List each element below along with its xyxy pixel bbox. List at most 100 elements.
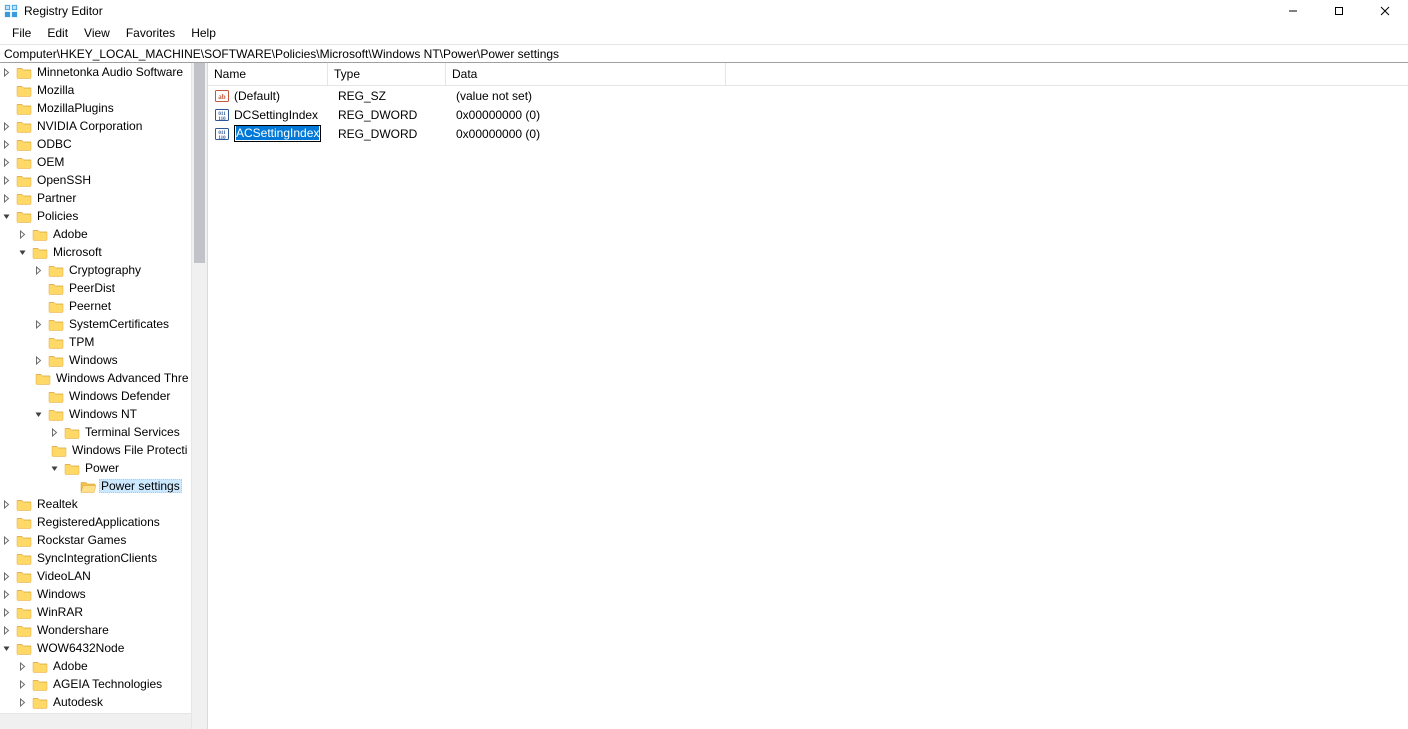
- chevron-right-icon[interactable]: [0, 192, 13, 205]
- tree-item-label: Windows: [35, 587, 88, 601]
- tree-item[interactable]: Terminal Services: [0, 423, 191, 441]
- chevron-right-icon[interactable]: [16, 228, 29, 241]
- tree-item[interactable]: Wondershare: [0, 621, 191, 639]
- folder-icon: [32, 660, 48, 673]
- tree-item[interactable]: Windows NT: [0, 405, 191, 423]
- folder-icon: [16, 66, 32, 79]
- chevron-down-icon[interactable]: [0, 642, 13, 655]
- expander-placeholder: [0, 84, 13, 97]
- tree-item[interactable]: NVIDIA Corporation: [0, 117, 191, 135]
- tree-item-label: Power settings: [99, 479, 182, 493]
- menu-edit[interactable]: Edit: [39, 24, 76, 42]
- value-row[interactable]: DCSettingIndexREG_DWORD0x00000000 (0): [208, 105, 1408, 124]
- chevron-right-icon[interactable]: [32, 264, 45, 277]
- tree-item[interactable]: Mozilla: [0, 81, 191, 99]
- maximize-button[interactable]: [1316, 0, 1362, 22]
- address-bar[interactable]: Computer\HKEY_LOCAL_MACHINE\SOFTWARE\Pol…: [0, 44, 1408, 63]
- chevron-right-icon[interactable]: [0, 156, 13, 169]
- folder-icon: [48, 336, 64, 349]
- expander-placeholder: [64, 480, 77, 493]
- chevron-right-icon[interactable]: [16, 696, 29, 709]
- tree-item[interactable]: Adobe: [0, 657, 191, 675]
- value-row[interactable]: (Default)REG_SZ(value not set): [208, 86, 1408, 105]
- dword-value-icon: [214, 126, 230, 142]
- chevron-right-icon[interactable]: [0, 174, 13, 187]
- chevron-right-icon[interactable]: [0, 498, 13, 511]
- tree-item[interactable]: Windows: [0, 351, 191, 369]
- string-value-icon: [214, 88, 230, 104]
- chevron-down-icon[interactable]: [0, 210, 13, 223]
- chevron-right-icon[interactable]: [0, 624, 13, 637]
- tree-item[interactable]: Power: [0, 459, 191, 477]
- chevron-right-icon[interactable]: [48, 426, 61, 439]
- chevron-right-icon[interactable]: [0, 66, 13, 79]
- tree-item[interactable]: Peernet: [0, 297, 191, 315]
- tree-item[interactable]: Microsoft: [0, 243, 191, 261]
- chevron-down-icon[interactable]: [48, 462, 61, 475]
- tree-item[interactable]: Policies: [0, 207, 191, 225]
- menu-view[interactable]: View: [76, 24, 118, 42]
- chevron-right-icon[interactable]: [0, 588, 13, 601]
- expander-placeholder: [32, 336, 45, 349]
- tree-item[interactable]: WinRAR: [0, 603, 191, 621]
- tree-item[interactable]: Windows Defender: [0, 387, 191, 405]
- tree-item[interactable]: ODBC: [0, 135, 191, 153]
- chevron-down-icon[interactable]: [16, 246, 29, 259]
- value-data: 0x00000000 (0): [450, 127, 546, 141]
- titlebar: Registry Editor: [0, 0, 1408, 22]
- tree-scroll-thumb[interactable]: [194, 63, 205, 263]
- chevron-right-icon[interactable]: [0, 570, 13, 583]
- tree-item[interactable]: OEM: [0, 153, 191, 171]
- chevron-right-icon[interactable]: [32, 318, 45, 331]
- chevron-right-icon[interactable]: [0, 534, 13, 547]
- tree-item[interactable]: Windows File Protecti: [0, 441, 191, 459]
- tree-item[interactable]: Rockstar Games: [0, 531, 191, 549]
- folder-icon: [16, 516, 32, 529]
- app-title: Registry Editor: [24, 4, 103, 18]
- menu-favorites[interactable]: Favorites: [118, 24, 183, 42]
- tree-item[interactable]: MozillaPlugins: [0, 99, 191, 117]
- chevron-right-icon[interactable]: [16, 678, 29, 691]
- chevron-right-icon[interactable]: [16, 660, 29, 673]
- folder-icon: [16, 120, 32, 133]
- tree-item[interactable]: TPM: [0, 333, 191, 351]
- tree-item[interactable]: Adobe: [0, 225, 191, 243]
- tree-item[interactable]: PeerDist: [0, 279, 191, 297]
- tree-item[interactable]: Cryptography: [0, 261, 191, 279]
- folder-icon: [48, 282, 64, 295]
- chevron-right-icon[interactable]: [0, 120, 13, 133]
- folder-icon: [16, 102, 32, 115]
- chevron-right-icon[interactable]: [0, 138, 13, 151]
- column-header-name[interactable]: Name: [208, 63, 328, 85]
- tree-item[interactable]: RegisteredApplications: [0, 513, 191, 531]
- tree-item[interactable]: VideoLAN: [0, 567, 191, 585]
- minimize-button[interactable]: [1270, 0, 1316, 22]
- tree-item[interactable]: AGEIA Technologies: [0, 675, 191, 693]
- column-header-type[interactable]: Type: [328, 63, 446, 85]
- value-row[interactable]: ACSettingIndexREG_DWORD0x00000000 (0): [208, 124, 1408, 143]
- folder-icon: [32, 696, 48, 709]
- tree-item[interactable]: Windows Advanced Thre: [0, 369, 191, 387]
- tree-item[interactable]: Power settings: [0, 477, 191, 495]
- tree-item[interactable]: Realtek: [0, 495, 191, 513]
- value-name-edit[interactable]: ACSettingIndex: [234, 125, 321, 142]
- tree-item[interactable]: WOW6432Node: [0, 639, 191, 657]
- tree-horizontal-scrollbar[interactable]: [0, 713, 191, 729]
- column-header-data[interactable]: Data: [446, 63, 726, 85]
- close-button[interactable]: [1362, 0, 1408, 22]
- tree-item[interactable]: Autodesk: [0, 693, 191, 711]
- tree-vertical-scrollbar[interactable]: [191, 63, 207, 729]
- tree-item[interactable]: Minnetonka Audio Software: [0, 63, 191, 81]
- chevron-right-icon[interactable]: [32, 354, 45, 367]
- menu-file[interactable]: File: [4, 24, 39, 42]
- chevron-down-icon[interactable]: [32, 408, 45, 421]
- chevron-right-icon[interactable]: [0, 606, 13, 619]
- menu-help[interactable]: Help: [183, 24, 224, 42]
- tree-item-label: Wondershare: [35, 623, 111, 637]
- tree-item[interactable]: OpenSSH: [0, 171, 191, 189]
- address-text: Computer\HKEY_LOCAL_MACHINE\SOFTWARE\Pol…: [4, 47, 559, 61]
- tree-item[interactable]: SystemCertificates: [0, 315, 191, 333]
- tree-item[interactable]: Partner: [0, 189, 191, 207]
- tree-item[interactable]: Windows: [0, 585, 191, 603]
- tree-item[interactable]: SyncIntegrationClients: [0, 549, 191, 567]
